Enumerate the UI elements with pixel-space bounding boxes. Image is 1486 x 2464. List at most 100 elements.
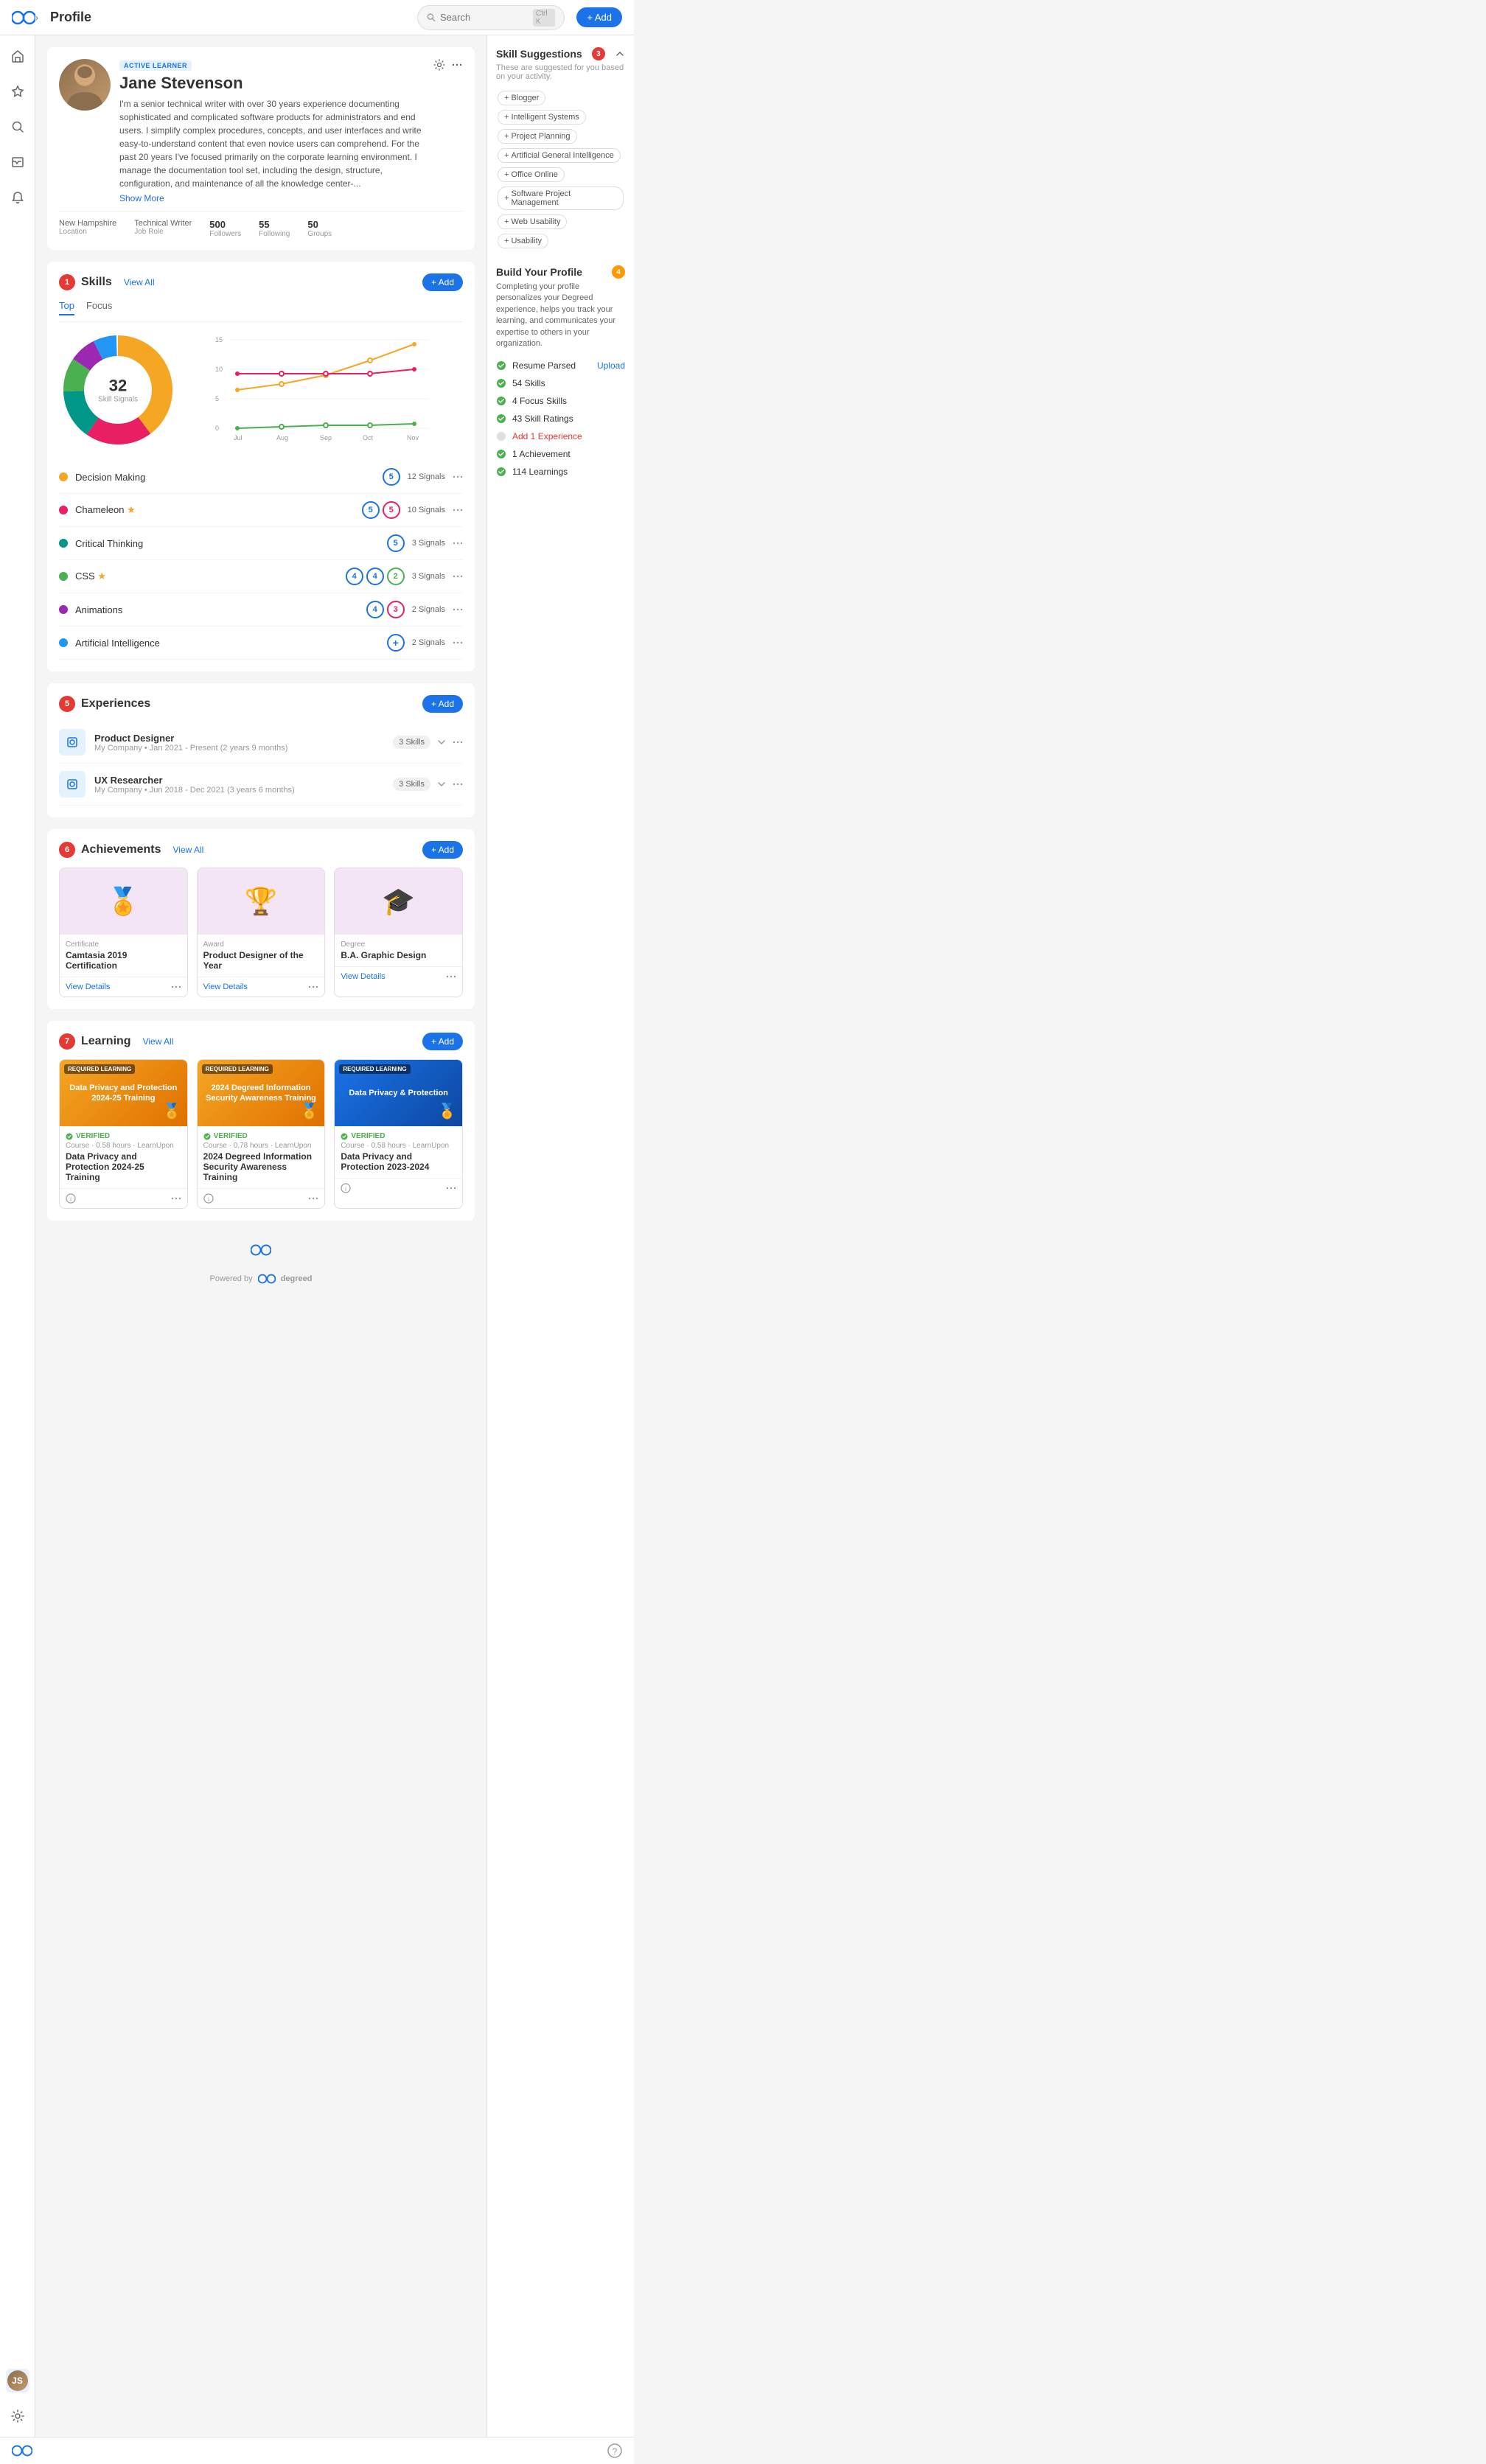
learning-add-button[interactable]: + Add (422, 1033, 463, 1050)
suggestion-tag-web-usability[interactable]: +Web Usability (498, 214, 567, 229)
skill-level-badge: 5 (362, 501, 380, 519)
svg-text:Sep: Sep (320, 434, 332, 442)
info-icon[interactable]: i (203, 1193, 214, 1204)
tab-top[interactable]: Top (59, 300, 74, 315)
skill-name: Critical Thinking (75, 538, 380, 549)
achievement-type: Certificate (66, 940, 181, 949)
more-options-icon[interactable] (308, 982, 318, 992)
suggestion-tag-blogger[interactable]: +Blogger (498, 91, 545, 105)
experience-icon (59, 771, 86, 798)
suggestion-tag-intelligent-systems[interactable]: +Intelligent Systems (498, 110, 586, 125)
award-icon: 🏆 (245, 886, 278, 917)
build-profile-badge: 4 (612, 265, 625, 279)
powered-by: Powered by degreed (47, 1268, 475, 1290)
chevron-down-icon[interactable] (436, 779, 447, 789)
svg-text:Nov: Nov (407, 434, 419, 442)
achievements-view-all[interactable]: View All (173, 845, 204, 855)
suggestion-tag-usability[interactable]: +Usability (498, 234, 548, 248)
info-icon[interactable]: i (341, 1183, 351, 1193)
donut-chart: 32 Skill Signals (59, 331, 177, 449)
more-options-icon[interactable] (308, 1193, 318, 1204)
suggestion-tag-spm[interactable]: +Software Project Management (498, 186, 624, 210)
learning-title: Learning (81, 1035, 131, 1048)
learning-card-3: Required Learning Data Privacy & Protect… (334, 1059, 463, 1209)
signals-count: 3 Signals (412, 539, 445, 548)
achievement-name: Camtasia 2019 Certification (66, 950, 181, 971)
bottom-bar: ? (0, 2437, 634, 2464)
more-options-icon[interactable] (171, 1193, 181, 1204)
more-options-icon[interactable] (171, 982, 181, 992)
learning-meta: Course · 0.58 hours · LearnUpon (341, 1142, 456, 1150)
achievement-footer: View Details (335, 966, 462, 986)
search-bar[interactable]: Ctrl K (417, 5, 565, 30)
upload-link[interactable]: Upload (597, 360, 625, 371)
view-details-button[interactable]: View Details (341, 972, 385, 981)
chevron-down-icon[interactable] (436, 737, 447, 747)
more-options-icon[interactable] (446, 971, 456, 982)
experience-title: UX Researcher (94, 775, 384, 786)
skill-dot (59, 539, 68, 548)
svg-text:i: i (208, 1196, 209, 1203)
profile-stats: New Hampshire Location Technical Writer … (59, 211, 463, 238)
svg-text:?: ? (613, 2446, 618, 2457)
more-options-icon[interactable] (446, 1183, 456, 1193)
skill-badges: 4 3 (366, 601, 405, 618)
stat-following: 55 Following (259, 219, 290, 238)
svg-text:15: 15 (215, 336, 223, 343)
sidebar-item-notifications[interactable] (6, 186, 29, 209)
tab-focus[interactable]: Focus (86, 300, 112, 315)
suggestion-tag-agi[interactable]: +Artificial General Intelligence (498, 148, 621, 163)
view-details-button[interactable]: View Details (203, 983, 248, 991)
signals-count: 10 Signals (408, 506, 445, 514)
achievement-info: Certificate Camtasia 2019 Certification (60, 935, 187, 977)
more-options-icon[interactable] (453, 737, 463, 747)
sidebar-item-home[interactable] (6, 44, 29, 68)
more-options-icon[interactable] (453, 538, 463, 548)
search-input[interactable] (440, 12, 529, 23)
sidebar-item-search[interactable] (6, 115, 29, 139)
stat-groups: 50 Groups (307, 219, 332, 238)
check-icon (496, 413, 506, 424)
achievement-name: B.A. Graphic Design (341, 950, 456, 960)
more-options-icon[interactable] (453, 779, 463, 789)
sidebar-item-star[interactable] (6, 80, 29, 103)
more-options-icon[interactable] (453, 505, 463, 515)
more-options-icon[interactable] (453, 604, 463, 615)
suggestion-tag-project-planning[interactable]: +Project Planning (498, 129, 577, 144)
nav-arrow-icon[interactable]: › (35, 13, 38, 23)
experiences-add-button[interactable]: + Add (422, 695, 463, 713)
sidebar-item-avatar[interactable]: JS (6, 2369, 29, 2393)
more-options-icon[interactable] (453, 571, 463, 582)
view-details-button[interactable]: View Details (66, 983, 110, 991)
help-icon[interactable]: ? (607, 2443, 622, 2458)
skill-suggestions-panel: Skill Suggestions 3 These are suggested … (496, 47, 625, 251)
check-icon (496, 378, 506, 388)
show-more-link[interactable]: Show More (119, 193, 164, 203)
skill-level-badge: 4 (366, 601, 384, 618)
nav-add-button[interactable]: + Add (576, 7, 622, 27)
skills-view-all[interactable]: View All (124, 277, 155, 287)
learning-card-1: Required Learning Data Privacy and Prote… (59, 1059, 188, 1209)
sidebar-item-settings[interactable] (6, 2404, 29, 2428)
more-options-icon[interactable] (453, 638, 463, 648)
chevron-up-icon[interactable] (615, 49, 625, 59)
step-5-badge: 5 (59, 696, 75, 712)
donut-number: 32 (98, 377, 138, 396)
skill-add-badge[interactable]: + (387, 634, 405, 652)
skills-add-button[interactable]: + Add (422, 273, 463, 291)
sidebar-item-inbox[interactable] (6, 150, 29, 174)
learning-view-all[interactable]: View All (143, 1036, 174, 1047)
achievement-name: Product Designer of the Year (203, 950, 319, 971)
achievements-add-button[interactable]: + Add (422, 841, 463, 859)
gear-icon[interactable] (433, 59, 445, 71)
more-options-icon[interactable] (453, 472, 463, 482)
info-icon[interactable]: i (66, 1193, 76, 1204)
suggestion-tag-office-online[interactable]: +Office Online (498, 167, 565, 182)
learning-image-1: Required Learning Data Privacy and Prote… (60, 1060, 187, 1126)
experience-skills-badge: 3 Skills (393, 736, 430, 749)
build-profile-panel: Build Your Profile 4 Completing your pro… (496, 265, 625, 481)
brand-name: degreed (281, 1274, 313, 1283)
more-options-icon[interactable] (451, 59, 463, 71)
learning-image-3: Required Learning Data Privacy & Protect… (335, 1060, 462, 1126)
jobrole-value: Technical Writer (134, 219, 192, 228)
